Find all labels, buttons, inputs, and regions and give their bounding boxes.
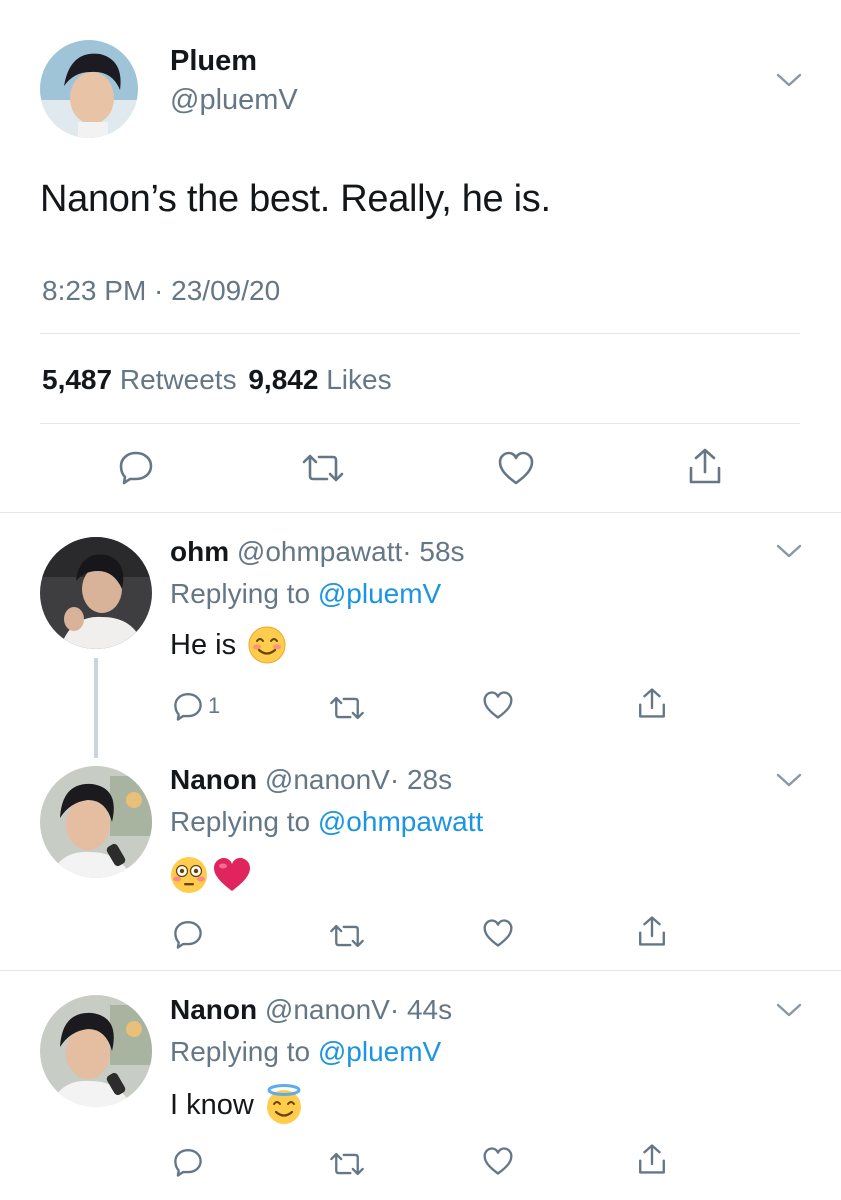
flushed-face-emoji xyxy=(171,857,207,893)
reply-icon xyxy=(119,451,153,485)
retweet-button[interactable] xyxy=(328,1150,366,1178)
heart-icon xyxy=(483,1147,513,1175)
reply-text-line: I know xyxy=(170,1084,304,1126)
reply-button[interactable] xyxy=(117,448,155,486)
smiling-face-emoji xyxy=(248,626,286,664)
reply-display-name[interactable]: Nanon xyxy=(170,764,257,795)
share-button[interactable] xyxy=(636,914,668,948)
reply-text: He is xyxy=(170,628,237,661)
reply-display-name[interactable]: ohm xyxy=(170,536,229,567)
main-tweet-text: Nanon’s the best. Really, he is. xyxy=(40,178,551,220)
avatar-pluem[interactable] xyxy=(40,40,138,138)
share-icon xyxy=(639,916,665,946)
retweets-count: 5,487 xyxy=(42,364,113,395)
engagement-stats: 5,487 Retweets 9,842 Likes xyxy=(42,364,392,396)
retweet-button[interactable] xyxy=(300,452,346,484)
likes-label: Likes xyxy=(326,364,392,395)
reply-handle[interactable]: @nanonV xyxy=(265,994,390,1025)
heart-icon xyxy=(498,451,534,485)
reply-header: Nanon @nanonV· 28s xyxy=(170,764,452,796)
heart-icon xyxy=(483,691,513,719)
main-handle[interactable]: @pluemV xyxy=(170,84,298,117)
chevron-down-icon[interactable] xyxy=(776,72,802,88)
retweet-icon xyxy=(330,1152,364,1176)
replying-to-line: Replying to @ohmpawatt xyxy=(170,806,483,838)
reply-text-line: He is xyxy=(170,626,286,664)
divider xyxy=(40,333,800,334)
reply-handle[interactable]: @ohmpawatt xyxy=(237,536,402,567)
replying-to-line: Replying to @pluemV xyxy=(170,578,441,610)
likes-count: 9,842 xyxy=(248,364,319,395)
reply-button[interactable] xyxy=(172,1146,204,1178)
share-button[interactable] xyxy=(636,686,668,720)
retweet-icon xyxy=(302,454,344,482)
share-button[interactable] xyxy=(636,1142,668,1176)
reply-icon xyxy=(174,693,202,721)
like-button[interactable] xyxy=(497,450,535,486)
replying-to-mention[interactable]: @pluemV xyxy=(318,578,441,609)
retweet-button[interactable] xyxy=(328,922,366,950)
divider xyxy=(0,970,841,971)
reply-text-line xyxy=(170,856,252,894)
reply-button[interactable]: 1 xyxy=(172,690,220,722)
reply-time[interactable]: · 28s xyxy=(390,764,452,795)
reply-button[interactable] xyxy=(172,918,204,950)
like-button[interactable] xyxy=(482,918,514,948)
reply-text: I know xyxy=(170,1088,254,1121)
share-icon xyxy=(639,1144,665,1174)
reply-count: 1 xyxy=(208,693,221,718)
reply-header: ohm @ohmpawatt· 58s xyxy=(170,536,465,568)
divider xyxy=(40,423,800,424)
like-button[interactable] xyxy=(482,690,514,720)
avatar-nanon[interactable] xyxy=(40,995,152,1107)
thread-line xyxy=(94,658,98,758)
avatar-nanon[interactable] xyxy=(40,766,152,878)
replying-to-mention[interactable]: @pluemV xyxy=(318,1036,441,1067)
reply-header: Nanon @nanonV· 44s xyxy=(170,994,452,1026)
share-icon xyxy=(639,688,665,718)
replying-to-line: Replying to @pluemV xyxy=(170,1036,441,1068)
retweet-icon xyxy=(330,924,364,948)
retweet-icon xyxy=(330,696,364,720)
heart-icon xyxy=(483,919,513,947)
chevron-down-icon[interactable] xyxy=(776,1002,802,1018)
replying-to-label: Replying to xyxy=(170,1036,311,1067)
reply-time[interactable]: · 44s xyxy=(390,994,452,1025)
share-button[interactable] xyxy=(686,446,724,486)
likes-stat[interactable]: 9,842 Likes xyxy=(248,364,391,395)
replying-to-label: Replying to xyxy=(170,578,311,609)
chevron-down-icon[interactable] xyxy=(776,543,802,559)
divider xyxy=(0,512,841,513)
reply-icon xyxy=(174,1149,202,1177)
reply-icon xyxy=(174,921,202,949)
like-button[interactable] xyxy=(482,1146,514,1176)
replying-to-mention[interactable]: @ohmpawatt xyxy=(318,806,483,837)
retweets-stat[interactable]: 5,487 Retweets xyxy=(42,364,244,395)
reply-handle[interactable]: @nanonV xyxy=(265,764,390,795)
retweets-label: Retweets xyxy=(119,364,237,395)
retweet-button[interactable] xyxy=(328,694,366,722)
replying-to-label: Replying to xyxy=(170,806,311,837)
main-timestamp[interactable]: 8:23 PM · 23/09/20 xyxy=(42,275,280,307)
reply-display-name[interactable]: Nanon xyxy=(170,994,257,1025)
red-heart-emoji xyxy=(214,858,250,891)
share-icon xyxy=(689,448,721,484)
main-display-name[interactable]: Pluem xyxy=(170,45,257,78)
reply-time[interactable]: · 58s xyxy=(402,536,464,567)
chevron-down-icon[interactable] xyxy=(776,772,802,788)
smiling-face-with-halo-emoji xyxy=(266,1084,301,1124)
avatar-ohm[interactable] xyxy=(40,537,152,649)
